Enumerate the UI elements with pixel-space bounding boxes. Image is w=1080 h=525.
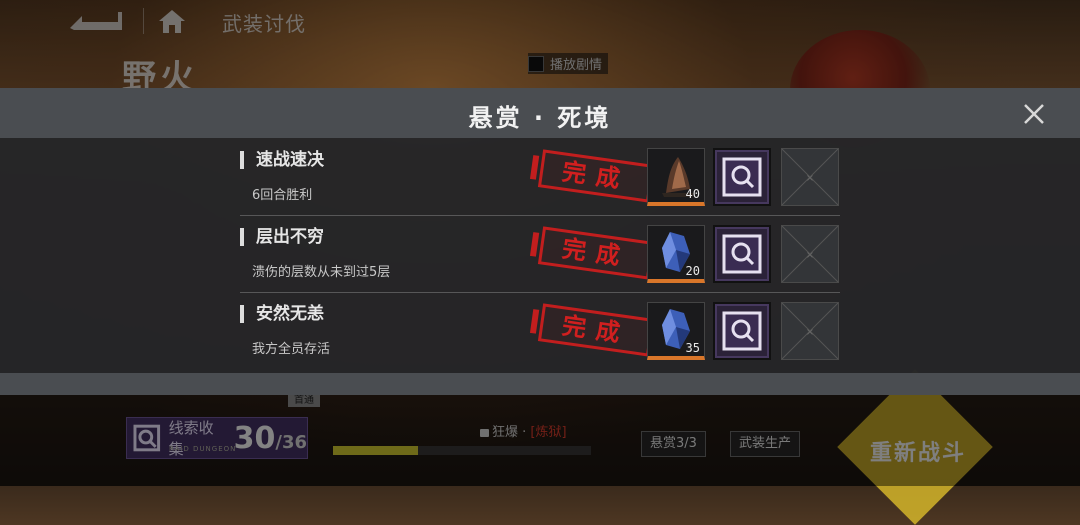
reward-empty-slot: × bbox=[781, 148, 839, 206]
task-description: 我方全员存活 bbox=[252, 342, 331, 357]
task-title: 安然无恙 bbox=[240, 305, 324, 323]
svg-text:×: × bbox=[806, 250, 814, 261]
reward-empty-slot: × bbox=[781, 302, 839, 360]
reward-count: 35 bbox=[685, 341, 700, 355]
reward-clue-slot[interactable] bbox=[713, 148, 771, 206]
close-icon[interactable] bbox=[1022, 102, 1046, 126]
modal-header: 悬赏 · 死境 bbox=[0, 88, 1080, 138]
svg-text:×: × bbox=[806, 327, 814, 338]
reward-count: 20 bbox=[685, 264, 700, 278]
magnifier-clue-icon bbox=[722, 311, 762, 351]
bounty-modal: 悬赏 · 死境 速战速决 6回合胜利 完成 40 × 层出不穷 溃伤的层数从未到… bbox=[0, 88, 1080, 395]
complete-stamp: 完成 bbox=[537, 149, 655, 203]
task-description: 溃伤的层数从未到过5层 bbox=[252, 265, 391, 280]
modal-footer bbox=[0, 373, 1080, 395]
task-description: 6回合胜利 bbox=[252, 188, 313, 203]
empty-slot-icon: × bbox=[782, 303, 838, 359]
reward-item-slot[interactable]: 40 bbox=[647, 148, 705, 206]
reward-empty-slot: × bbox=[781, 225, 839, 283]
reward-item-slot[interactable]: 20 bbox=[647, 225, 705, 283]
reward-clue-slot[interactable] bbox=[713, 225, 771, 283]
reward-clue-slot[interactable] bbox=[713, 302, 771, 360]
empty-slot-icon: × bbox=[782, 226, 838, 282]
task-title: 层出不穷 bbox=[240, 228, 324, 246]
task-title: 速战速决 bbox=[240, 151, 324, 169]
task-row: 安然无恙 我方全员存活 完成 35 × bbox=[240, 293, 840, 369]
reward-item-slot[interactable]: 35 bbox=[647, 302, 705, 360]
complete-stamp: 完成 bbox=[537, 303, 655, 357]
empty-slot-icon: × bbox=[782, 149, 838, 205]
complete-stamp: 完成 bbox=[537, 226, 655, 280]
magnifier-clue-icon bbox=[722, 157, 762, 197]
modal-title: 悬赏 · 死境 bbox=[468, 104, 612, 132]
task-row: 速战速决 6回合胜利 完成 40 × bbox=[240, 139, 840, 215]
magnifier-clue-icon bbox=[722, 234, 762, 274]
svg-text:×: × bbox=[806, 173, 814, 184]
task-row: 层出不穷 溃伤的层数从未到过5层 完成 20 × bbox=[240, 216, 840, 292]
reward-count: 40 bbox=[685, 187, 700, 201]
